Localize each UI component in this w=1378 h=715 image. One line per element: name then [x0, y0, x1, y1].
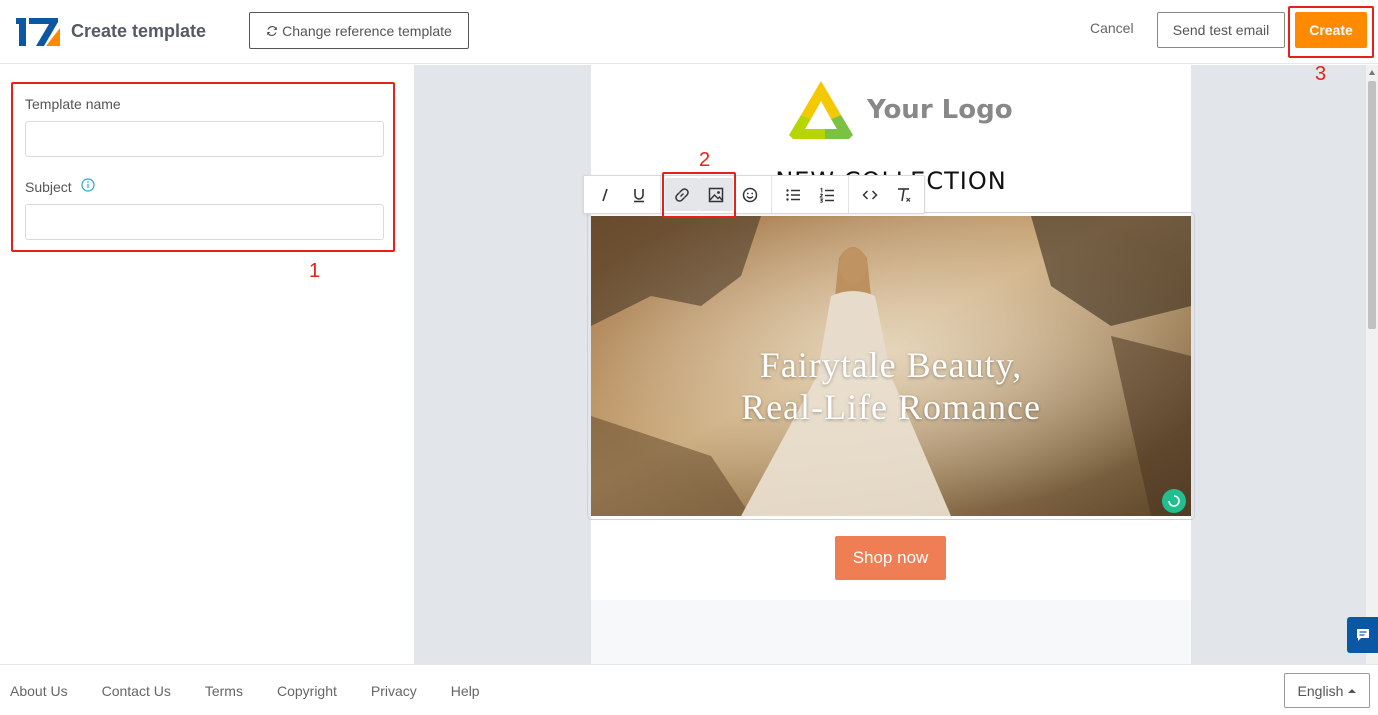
bullet-list-icon[interactable]: [776, 178, 810, 211]
italic-icon[interactable]: [588, 178, 622, 211]
canvas-scrollbar[interactable]: [1366, 65, 1378, 664]
toolbar-group-misc: [849, 176, 925, 213]
page-footer: About Us Contact Us Terms Copyright Priv…: [0, 664, 1378, 715]
info-icon[interactable]: [81, 178, 95, 192]
subject-label: Subject: [25, 179, 72, 195]
subject-input[interactable]: [25, 204, 384, 240]
create-button[interactable]: Create: [1295, 12, 1367, 48]
footer-link-copyright[interactable]: Copyright: [277, 683, 337, 699]
footer-link-contact[interactable]: Contact Us: [102, 683, 171, 699]
change-reference-template-button[interactable]: Change reference template: [249, 12, 469, 49]
toolbar-group-insert: [661, 176, 772, 213]
scroll-thumb[interactable]: [1368, 81, 1376, 329]
hero-image[interactable]: Fairytale Beauty, Real-Life Romance: [591, 216, 1191, 516]
hero-line-1: Fairytale Beauty,: [759, 345, 1023, 385]
page-title: Create template: [71, 21, 207, 41]
recycle-logo-icon: [789, 81, 853, 139]
top-header: Create template Change reference templat…: [0, 0, 1378, 64]
annotation-number-1: 1: [309, 260, 321, 282]
email-editor-canvas: Your Logo NEW COLLECTION: [414, 65, 1366, 664]
shop-now-button[interactable]: Shop now: [835, 536, 946, 580]
annotation-number-3: 3: [1315, 63, 1327, 85]
template-settings-panel: Template name Subject: [0, 65, 414, 664]
numbered-list-icon[interactable]: [810, 178, 844, 211]
language-select[interactable]: English: [1284, 673, 1370, 708]
chat-support-button[interactable]: [1347, 617, 1378, 653]
template-name-input[interactable]: [25, 121, 384, 157]
clear-format-icon[interactable]: [887, 178, 921, 211]
refresh-icon: [267, 25, 277, 36]
code-icon[interactable]: [853, 178, 887, 211]
email-footer-block: [591, 600, 1191, 664]
cancel-link[interactable]: Cancel: [1090, 20, 1134, 36]
toolbar-group-style: [584, 176, 661, 213]
text-format-toolbar: [583, 175, 925, 214]
link-icon[interactable]: [665, 178, 699, 211]
template-name-label: Template name: [25, 96, 121, 112]
send-test-email-button[interactable]: Send test email: [1157, 12, 1285, 48]
caret-up-icon: [1348, 688, 1357, 693]
grammar-assistant-icon[interactable]: [1162, 489, 1186, 513]
hero-headline[interactable]: Fairytale Beauty, Real-Life Romance: [591, 344, 1191, 428]
footer-link-terms[interactable]: Terms: [205, 683, 243, 699]
footer-link-privacy[interactable]: Privacy: [371, 683, 417, 699]
hero-line-2: Real-Life Romance: [741, 387, 1041, 427]
footer-link-about[interactable]: About Us: [10, 683, 68, 699]
scroll-up-arrow[interactable]: [1369, 70, 1375, 75]
logo-text: Your Logo: [867, 95, 1013, 125]
footer-link-help[interactable]: Help: [451, 683, 480, 699]
toolbar-group-lists: [772, 176, 849, 213]
chat-icon: [1356, 629, 1369, 641]
footer-links: About Us Contact Us Terms Copyright Priv…: [10, 683, 514, 699]
language-label: English: [1297, 682, 1344, 699]
underline-icon[interactable]: [622, 178, 656, 211]
email-logo[interactable]: Your Logo: [785, 79, 1013, 141]
emoji-icon[interactable]: [733, 178, 767, 211]
spinner-icon: [1168, 495, 1180, 507]
change-reference-label: Change reference template: [282, 22, 452, 39]
annotation-number-2: 2: [699, 149, 711, 171]
image-icon[interactable]: [699, 178, 733, 211]
email-preview: Your Logo NEW COLLECTION: [587, 65, 1195, 664]
brand-logo[interactable]: [14, 14, 62, 48]
